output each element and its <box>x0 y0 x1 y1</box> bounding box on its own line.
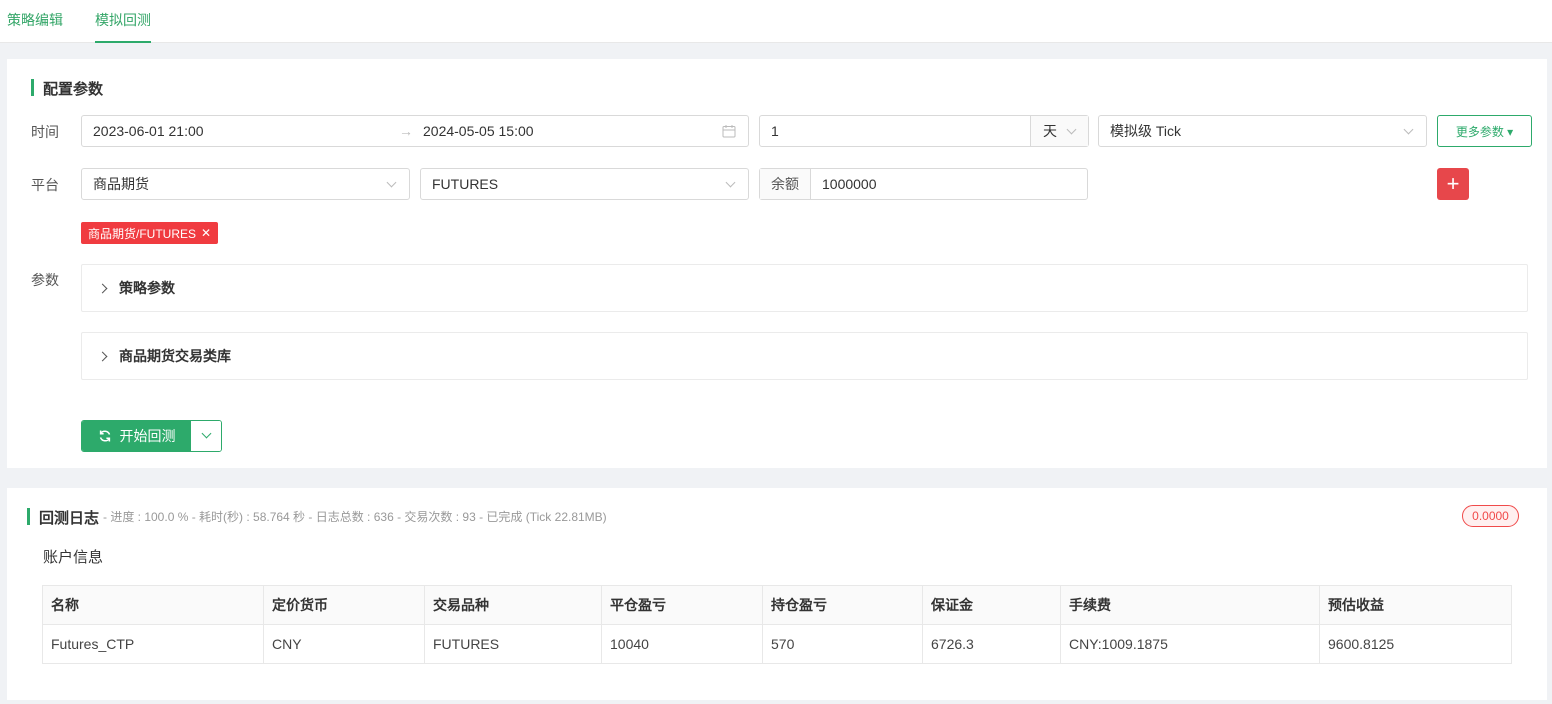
platform-select[interactable]: FUTURES <box>420 168 749 200</box>
col-margin: 保证金 <box>922 585 1061 625</box>
chevron-right-icon <box>97 283 108 293</box>
cell-name: Futures_CTP <box>42 624 264 664</box>
platform-label: 平台 <box>31 177 59 193</box>
calendar-icon <box>722 125 736 138</box>
mode-value: 模拟级 Tick <box>1110 123 1182 139</box>
profit-badge: 0.0000 <box>1462 505 1519 527</box>
period-input[interactable]: 1 天 <box>759 115 1089 147</box>
cell-symbol: FUTURES <box>424 624 602 664</box>
col-estimated-profit: 预估收益 <box>1319 585 1512 625</box>
mode-select[interactable]: 模拟级 Tick <box>1098 115 1427 147</box>
config-panel: 配置参数 时间 2023-06-01 21:00 → 2024-05-05 15… <box>7 59 1547 468</box>
chevron-down-icon <box>386 177 397 188</box>
chevron-down-icon <box>201 428 212 439</box>
cell-estimated-profit: 9600.8125 <box>1319 624 1512 664</box>
tab-strategy-edit[interactable]: 策略编辑 <box>7 0 63 43</box>
plus-icon: + <box>1446 171 1460 196</box>
period-value: 1 <box>771 123 779 139</box>
cell-fee: CNY:1009.1875 <box>1060 624 1320 664</box>
exchange-value: 商品期货 <box>93 176 149 192</box>
params-label: 参数 <box>31 272 59 288</box>
col-close-pnl: 平仓盈亏 <box>601 585 763 625</box>
cell-margin: 6726.3 <box>922 624 1061 664</box>
tab-backtest[interactable]: 模拟回测 <box>95 0 151 43</box>
futures-lib-label: 商品期货交易类库 <box>119 348 231 364</box>
time-label: 时间 <box>31 124 59 140</box>
arrow-icon: → <box>399 123 413 139</box>
chevron-down-icon <box>1403 124 1414 135</box>
date-range-picker[interactable]: 2023-06-01 21:00 → 2024-05-05 15:00 <box>81 115 749 147</box>
chevron-down-icon <box>725 177 736 188</box>
chevron-down-icon <box>1066 124 1077 135</box>
more-params-button[interactable]: 更多参数 ▾ <box>1437 115 1532 147</box>
end-date: 2024-05-05 15:00 <box>423 123 534 139</box>
balance-value: 1000000 <box>822 176 877 192</box>
log-title: 回测日志 <box>26 507 99 528</box>
account-info-title: 账户信息 <box>43 549 104 566</box>
log-meta: - 进度 : 100.0 % - 耗时(秒) : 58.764 秒 - 日志总数… <box>103 510 607 524</box>
start-options-dropdown[interactable] <box>191 421 221 451</box>
cell-currency: CNY <box>263 624 425 664</box>
period-unit-select[interactable]: 天 <box>1030 116 1088 146</box>
cell-position-pnl: 570 <box>762 624 923 664</box>
start-backtest-button-group: 开始回测 <box>81 420 222 452</box>
period-unit: 天 <box>1043 123 1057 139</box>
top-tab-bar: 策略编辑 模拟回测 <box>0 0 1552 43</box>
log-panel: 回测日志 - 进度 : 100.0 % - 耗时(秒) : 58.764 秒 -… <box>7 488 1547 700</box>
start-date: 2023-06-01 21:00 <box>93 123 204 139</box>
config-title: 配置参数 <box>30 78 103 99</box>
platform-value: FUTURES <box>432 176 499 192</box>
chevron-right-icon <box>97 351 108 361</box>
balance-addon: 余额 <box>760 169 811 199</box>
col-fee: 手续费 <box>1060 585 1320 625</box>
balance-input[interactable]: 余额 1000000 <box>759 168 1088 200</box>
close-icon[interactable]: ✕ <box>201 226 211 240</box>
add-platform-button[interactable]: + <box>1437 168 1469 200</box>
cell-close-pnl: 10040 <box>601 624 763 664</box>
table-row: Futures_CTP CNY FUTURES 10040 570 6726.3… <box>42 624 1512 664</box>
account-table: 名称 定价货币 交易品种 平仓盈亏 持仓盈亏 保证金 手续费 预估收益 Futu… <box>42 585 1512 664</box>
col-position-pnl: 持仓盈亏 <box>762 585 923 625</box>
col-currency: 定价货币 <box>263 585 425 625</box>
platform-tag: 商品期货/FUTURES ✕ <box>81 222 219 244</box>
col-symbol: 交易品种 <box>424 585 602 625</box>
refresh-icon <box>99 430 110 442</box>
futures-lib-collapse[interactable]: 商品期货交易类库 <box>81 332 1528 380</box>
strategy-params-label: 策略参数 <box>119 280 175 296</box>
table-header-row: 名称 定价货币 交易品种 平仓盈亏 持仓盈亏 保证金 手续费 预估收益 <box>42 585 1512 625</box>
col-name: 名称 <box>42 585 264 625</box>
platform-tag-label: 商品期货/FUTURES <box>88 226 197 241</box>
strategy-params-collapse[interactable]: 策略参数 <box>81 264 1528 312</box>
start-backtest-label: 开始回测 <box>119 428 176 444</box>
exchange-select[interactable]: 商品期货 <box>81 168 410 200</box>
start-backtest-button[interactable]: 开始回测 <box>82 421 191 451</box>
